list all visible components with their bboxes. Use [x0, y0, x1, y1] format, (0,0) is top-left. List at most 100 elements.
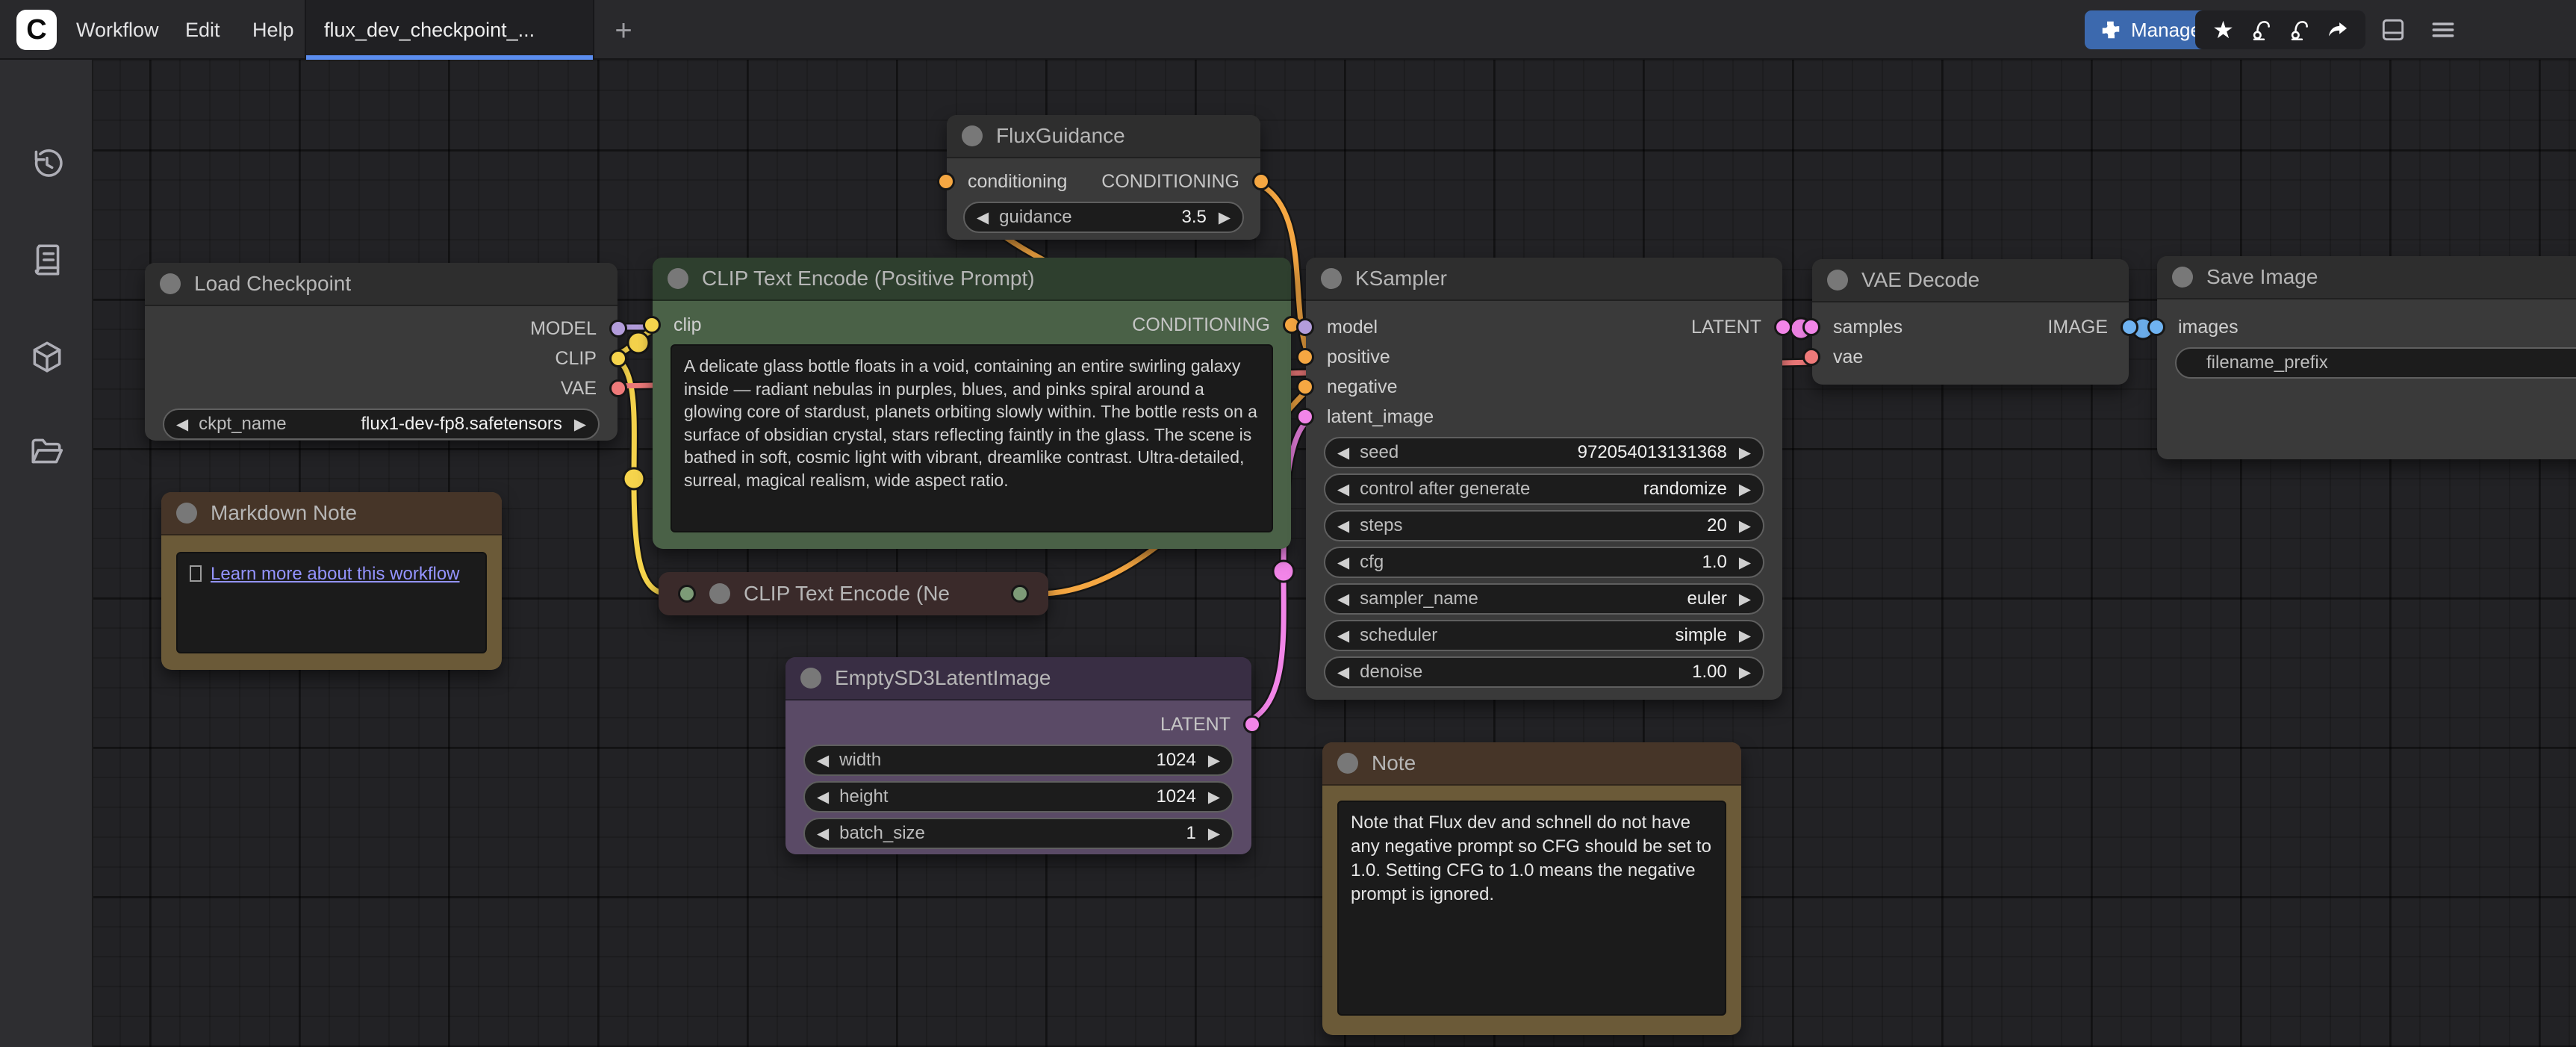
node-flux-guidance[interactable]: FluxGuidance conditioning CONDITIONING ◀…	[947, 115, 1260, 240]
height-widget[interactable]: ◀ height 1024 ▶	[803, 781, 1233, 813]
increment-arrow-icon[interactable]: ▶	[1739, 663, 1751, 682]
decrement-arrow-icon[interactable]: ◀	[1337, 590, 1349, 609]
model-input-port[interactable]	[1296, 318, 1314, 336]
model-output-port[interactable]	[609, 320, 627, 338]
images-input-port[interactable]	[2147, 318, 2165, 336]
increment-arrow-icon[interactable]: ▶	[1739, 590, 1751, 609]
increment-arrow-icon[interactable]: ▶	[1208, 788, 1220, 807]
workflow-tab[interactable]: flux_dev_checkpoint_...	[305, 0, 594, 60]
input-label: images	[2178, 317, 2239, 338]
node-load-checkpoint[interactable]: Load Checkpoint MODEL CLIP VAE ◀ ckpt_na…	[145, 263, 617, 441]
comfyui-logo[interactable]: C	[16, 10, 57, 50]
guidance-widget[interactable]: ◀ guidance 3.5 ▶	[963, 202, 1244, 233]
vae-output-port[interactable]	[609, 379, 627, 397]
node-ksampler[interactable]: KSampler model LATENT positive negative …	[1306, 258, 1782, 700]
node-titlebar[interactable]: Markdown Note	[161, 492, 502, 535]
prompt-textarea[interactable]: A delicate glass bottle floats in a void…	[671, 344, 1273, 532]
node-title: EmptySD3LatentImage	[835, 666, 1051, 690]
scheduler-widget[interactable]: ◀ scheduler simple ▶	[1324, 620, 1764, 651]
node-note[interactable]: Note Note that Flux dev and schnell do n…	[1322, 742, 1741, 1035]
note-textarea[interactable]: Note that Flux dev and schnell do not ha…	[1337, 801, 1726, 1016]
markdown-note-body[interactable]: Learn more about this workflow	[176, 552, 487, 653]
decrement-arrow-icon[interactable]: ◀	[1337, 663, 1349, 682]
decrement-arrow-icon[interactable]: ◀	[1337, 517, 1349, 535]
clear-workflow-icon[interactable]	[2247, 15, 2277, 45]
share-icon[interactable]	[2323, 15, 2353, 45]
menu-workflow[interactable]: Workflow	[69, 0, 167, 60]
node-titlebar[interactable]: VAE Decode	[1812, 259, 2129, 302]
batch-size-widget[interactable]: ◀ batch_size 1 ▶	[803, 818, 1233, 849]
image-output-port[interactable]	[2121, 318, 2138, 336]
collapsed-output-port[interactable]	[1011, 585, 1029, 603]
clip-output-port[interactable]	[609, 349, 627, 367]
control-after-generate-widget[interactable]: ◀ control after generate randomize ▶	[1324, 473, 1764, 505]
decrement-arrow-icon[interactable]: ◀	[977, 208, 989, 227]
decrement-arrow-icon[interactable]: ◀	[1337, 627, 1349, 645]
node-titlebar[interactable]: FluxGuidance	[947, 115, 1260, 158]
node-vae-decode[interactable]: VAE Decode samples IMAGE vae	[1812, 259, 2129, 385]
decrement-arrow-icon[interactable]: ◀	[176, 415, 188, 434]
vae-input-port[interactable]	[1802, 348, 1820, 366]
node-empty-sd3-latent-image[interactable]: EmptySD3LatentImage LATENT ◀ width 1024 …	[785, 657, 1251, 854]
node-markdown-note[interactable]: Markdown Note Learn more about this work…	[161, 492, 502, 670]
node-clip-text-encode-positive[interactable]: CLIP Text Encode (Positive Prompt) clip …	[653, 258, 1291, 549]
width-widget[interactable]: ◀ width 1024 ▶	[803, 745, 1233, 776]
menu-edit[interactable]: Edit	[178, 0, 228, 60]
node-titlebar[interactable]: Save Image	[2157, 256, 2576, 299]
model-library-icon[interactable]	[28, 338, 66, 376]
menu-help[interactable]: Help	[245, 0, 302, 60]
node-titlebar[interactable]: Load Checkpoint	[145, 263, 617, 306]
decrement-arrow-icon[interactable]: ◀	[817, 751, 829, 770]
increment-arrow-icon[interactable]: ▶	[1739, 480, 1751, 499]
increment-arrow-icon[interactable]: ▶	[1739, 444, 1751, 462]
conditioning-output-port[interactable]	[1252, 173, 1270, 190]
new-workflow-tab-button[interactable]: +	[606, 13, 641, 48]
collapsed-input-port[interactable]	[678, 585, 696, 603]
node-library-icon[interactable]	[28, 241, 66, 279]
latent-image-input-port[interactable]	[1296, 408, 1314, 426]
workflows-folder-icon[interactable]	[28, 433, 66, 470]
hamburger-menu-icon[interactable]	[2428, 15, 2458, 45]
decrement-arrow-icon[interactable]: ◀	[817, 788, 829, 807]
increment-arrow-icon[interactable]: ▶	[1208, 751, 1220, 770]
node-titlebar[interactable]: EmptySD3LatentImage	[785, 657, 1251, 700]
node-status-dot	[1321, 268, 1342, 289]
workflow-tab-label: flux_dev_checkpoint_...	[324, 19, 535, 42]
conditioning-input-port[interactable]	[937, 173, 955, 190]
cfg-widget[interactable]: ◀ cfg 1.0 ▶	[1324, 547, 1764, 578]
filename-prefix-widget[interactable]: filename_prefix	[2175, 347, 2576, 379]
decrement-arrow-icon[interactable]: ◀	[817, 824, 829, 843]
latent-output-port[interactable]	[1243, 715, 1261, 733]
increment-arrow-icon[interactable]: ▶	[1739, 627, 1751, 645]
increment-arrow-icon[interactable]: ▶	[1219, 208, 1231, 227]
positive-input-port[interactable]	[1296, 348, 1314, 366]
steps-widget[interactable]: ◀ steps 20 ▶	[1324, 510, 1764, 541]
favorites-star-icon[interactable]: ★	[2209, 15, 2239, 45]
increment-arrow-icon[interactable]: ▶	[1208, 824, 1220, 843]
node-save-image[interactable]: Save Image images filename_prefix	[2157, 256, 2576, 459]
sampler-name-widget[interactable]: ◀ sampler_name euler ▶	[1324, 583, 1764, 615]
decrement-arrow-icon[interactable]: ◀	[1337, 444, 1349, 462]
workflow-docs-link[interactable]: Learn more about this workflow	[211, 564, 460, 584]
decrement-arrow-icon[interactable]: ◀	[1337, 553, 1349, 572]
node-clip-text-encode-negative-collapsed[interactable]: CLIP Text Encode (Ne	[659, 572, 1048, 615]
denoise-widget[interactable]: ◀ denoise 1.00 ▶	[1324, 656, 1764, 688]
bottom-panel-toggle-icon[interactable]	[2378, 15, 2408, 45]
decrement-arrow-icon[interactable]: ◀	[1337, 480, 1349, 499]
samples-input-port[interactable]	[1802, 318, 1820, 336]
ckpt-name-widget[interactable]: ◀ ckpt_name flux1-dev-fp8.safetensors ▶	[163, 408, 600, 440]
increment-arrow-icon[interactable]: ▶	[574, 415, 586, 434]
node-titlebar[interactable]: CLIP Text Encode (Positive Prompt)	[653, 258, 1291, 301]
clip-input-port[interactable]	[643, 316, 661, 334]
clean-vram-icon[interactable]	[2285, 15, 2315, 45]
history-icon[interactable]	[28, 146, 66, 183]
increment-arrow-icon[interactable]: ▶	[1739, 553, 1751, 572]
seed-widget[interactable]: ◀ seed 972054013131368 ▶	[1324, 437, 1764, 468]
node-title: KSampler	[1355, 267, 1447, 291]
latent-output-port[interactable]	[1774, 318, 1792, 336]
increment-arrow-icon[interactable]: ▶	[1739, 517, 1751, 535]
node-titlebar[interactable]: Note	[1322, 742, 1741, 786]
negative-input-port[interactable]	[1296, 378, 1314, 396]
node-titlebar[interactable]: KSampler	[1306, 258, 1782, 301]
widget-value: 3.5	[1181, 207, 1206, 228]
